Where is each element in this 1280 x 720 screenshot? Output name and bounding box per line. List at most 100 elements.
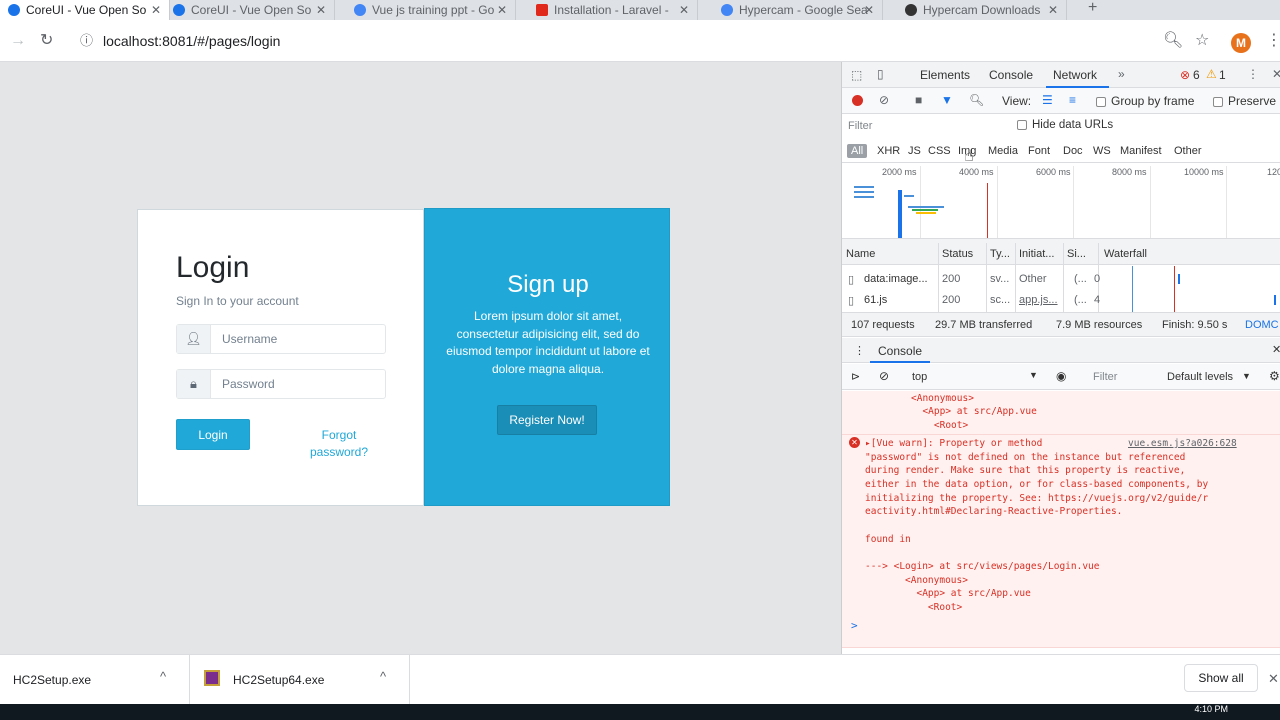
devtools-close-icon[interactable]: ✕ [1272,67,1280,81]
waterfall-view-icon[interactable]: ≡ [1069,93,1076,107]
chevron-up-icon[interactable]: ^ [160,669,166,684]
devtools-tab-console[interactable]: Console [989,68,1033,82]
close-tab-icon[interactable]: ✕ [679,0,689,20]
filter-type-doc[interactable]: Doc [1063,145,1083,157]
column-status[interactable]: Status [942,248,973,260]
close-tab-icon[interactable]: ✕ [316,0,326,20]
filter-type-other[interactable]: Other [1174,145,1202,157]
warning-count[interactable]: 1 [1219,68,1226,82]
filter-type-css[interactable]: CSS [928,145,951,157]
username-field[interactable]: 👤︎ [176,324,386,354]
filter-type-manifest[interactable]: Manifest [1120,145,1162,157]
forgot-password-link[interactable]: Forgot password? [298,427,380,461]
console-filter-input[interactable]: Filter [1093,371,1117,383]
record-icon[interactable] [852,95,863,106]
close-tab-icon[interactable]: ✕ [1048,0,1058,20]
drawer-menu-icon[interactable]: ⋮ [854,344,865,357]
info-icon[interactable]: ⓘ [80,31,93,51]
checkbox-icon [1017,119,1027,130]
bookmark-star-icon[interactable]: ☆ [1195,31,1209,51]
table-row[interactable]: ▯ data:image... 200 sv... Other (... 0 [842,269,1280,289]
console-settings-icon[interactable]: ⚙ [1269,369,1280,383]
column-initiator[interactable]: Initiat... [1019,248,1054,260]
browser-tab-4[interactable]: Installation - Laravel - ✕ [528,0,698,20]
column-size[interactable]: Si... [1067,248,1086,260]
devtools-tab-elements[interactable]: Elements [920,68,970,82]
close-tab-icon[interactable]: ✕ [151,0,161,20]
username-input[interactable] [212,325,384,353]
screenshot-icon[interactable]: ■ [915,93,922,107]
error-source-link[interactable]: vue.esm.js?a026:628 [1128,437,1237,451]
browser-tab-6[interactable]: Hypercam Downloads ✕ [897,0,1067,20]
filter-type-media[interactable]: Media [988,145,1018,157]
filter-type-ws[interactable]: WS [1093,145,1111,157]
error-count[interactable]: 6 [1193,68,1200,82]
chevron-up-icon[interactable]: ^ [380,669,386,684]
console-clear-icon[interactable]: ⊘ [879,369,889,383]
file-icon: ▯ [848,274,855,286]
column-type[interactable]: Ty... [990,248,1010,260]
eye-icon[interactable]: ◉ [1056,369,1066,383]
download-item[interactable]: HC2Setup64.exe ^ [190,655,410,705]
zoom-icon[interactable]: 🔍︎ [1163,31,1183,51]
register-now-button[interactable]: Register Now! [497,405,597,435]
hide-data-urls-checkbox[interactable]: Hide data URLs [1017,119,1113,131]
drawer-tab-console[interactable]: Console [878,344,922,358]
log-levels-dropdown[interactable]: Default levels [1167,371,1233,383]
network-filter-input[interactable]: Filter [848,120,872,132]
close-tab-icon[interactable]: ✕ [864,0,874,20]
inspect-element-icon[interactable]: ⬚ [851,68,862,82]
show-all-downloads-button[interactable]: Show all [1184,664,1258,692]
close-download-bar-icon[interactable]: ✕ [1268,671,1279,687]
filter-icon[interactable]: ▼ [941,93,953,107]
devtools-menu-icon[interactable]: ⋮ [1247,67,1259,81]
filter-type-all[interactable]: All [847,144,868,158]
forward-arrow-icon[interactable]: → [10,31,26,51]
login-button[interactable]: Login [176,419,250,450]
table-row[interactable]: ▯ 61.js 200 sc... app.js... (... 4 [842,290,1280,310]
url-text[interactable]: localhost:8081/#/pages/login [103,33,280,49]
password-field[interactable]: 🔒︎ [176,369,386,399]
search-icon[interactable]: 🔍︎ [969,93,984,107]
drawer-close-icon[interactable]: ✕ [1272,343,1280,356]
new-tab-icon[interactable]: + [1088,0,1097,17]
close-tab-icon[interactable]: ✕ [497,0,507,20]
tab-favicon-icon [354,4,366,16]
row-initiator-link[interactable]: app.js... [1019,294,1058,306]
overview-bar [908,206,944,208]
console-prompt[interactable]: > [851,619,858,632]
preserve-log-checkbox[interactable]: Preserve [1213,94,1276,108]
device-toggle-icon[interactable]: ▯ [877,67,884,81]
download-item[interactable]: HC2Setup.exe ^ [0,655,190,705]
filter-type-font[interactable]: Font [1028,145,1050,157]
clear-icon[interactable]: ⊘ [879,93,889,107]
filter-type-js[interactable]: JS [908,145,921,157]
context-selector[interactable]: top [912,371,927,383]
list-view-icon[interactable]: ☰ [1042,93,1053,107]
browser-tab-2[interactable]: CoreUI - Vue Open So ✕ [165,0,335,20]
password-input[interactable] [212,370,384,398]
browser-tab-1[interactable]: CoreUI - Vue Open So ✕ [0,0,170,20]
group-by-frame-checkbox[interactable]: Group by frame [1096,94,1194,108]
context-dropdown-icon[interactable]: ▼ [1029,370,1038,380]
reload-icon[interactable]: ↻ [40,31,53,51]
devtools-tab-network[interactable]: Network [1053,68,1097,82]
column-name[interactable]: Name [846,248,875,260]
menu-icon[interactable]: ⋮ [1266,31,1280,51]
error-count-icon[interactable]: ⊗ [1180,68,1190,82]
filter-type-xhr[interactable]: XHR [877,145,900,157]
console-line[interactable]: ▸[Vue warn]: Property or method [865,437,1042,451]
log-levels-chevron-icon[interactable]: ▼ [1242,371,1251,381]
timeline-tick: 120 [1267,167,1280,177]
profile-avatar[interactable]: M [1231,33,1251,53]
devtools-panel: ⬚ ▯ Elements Console Network » ⊗ 6 ⚠ 1 ⋮… [841,62,1280,654]
sidebar-toggle-icon[interactable]: ⊳ [851,370,860,383]
tab-favicon-icon [8,4,20,16]
browser-tab-5[interactable]: Hypercam - Google Sea ✕ [713,0,883,20]
column-waterfall[interactable]: Waterfall [1104,248,1147,260]
more-tabs-icon[interactable]: » [1118,67,1125,81]
console-error-message: ✕ vue.esm.js?a026:628 ▸[Vue warn]: Prope… [842,434,1280,648]
browser-tab-3[interactable]: Vue js training ppt - Go ✕ [346,0,516,20]
network-toolbar: ⊘ ■ ▼ 🔍︎ View: ☰ ≡ Group by frame Preser… [842,88,1280,114]
warning-count-icon[interactable]: ⚠ [1206,67,1217,81]
